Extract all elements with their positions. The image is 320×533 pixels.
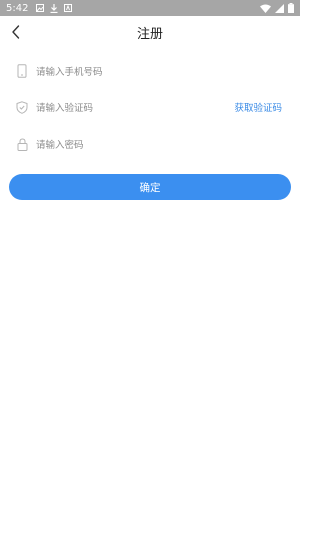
shield-icon: [15, 100, 29, 114]
page-title: 注册: [136, 26, 163, 42]
verification-code-field[interactable]: 请输入验证码 获取验证码: [0, 89, 300, 125]
wifi-icon: [260, 4, 271, 13]
phone-input[interactable]: 请输入手机号码: [36, 64, 103, 78]
back-button[interactable]: [6, 22, 26, 42]
download-notification-icon: [50, 3, 58, 13]
navigation-bar: 注册: [0, 16, 300, 48]
get-code-button[interactable]: 获取验证码: [234, 100, 282, 114]
system-icons: [260, 3, 294, 13]
image-notification-icon: [36, 4, 45, 12]
notification-icons: [36, 3, 73, 13]
password-field[interactable]: 请输入密码: [0, 126, 300, 162]
status-time: 5:42: [6, 2, 29, 14]
app-notification-icon: [64, 4, 73, 12]
phone-field[interactable]: 请输入手机号码: [0, 53, 300, 89]
password-input[interactable]: 请输入密码: [36, 137, 84, 151]
status-bar: 5:42: [0, 0, 300, 16]
battery-icon: [288, 3, 294, 13]
verification-code-input[interactable]: 请输入验证码: [36, 100, 93, 114]
signal-icon: [275, 3, 284, 13]
lock-icon: [15, 137, 29, 151]
back-arrow-icon: [12, 25, 20, 39]
confirm-button[interactable]: 确定: [9, 174, 291, 200]
phone-icon: [15, 64, 29, 78]
